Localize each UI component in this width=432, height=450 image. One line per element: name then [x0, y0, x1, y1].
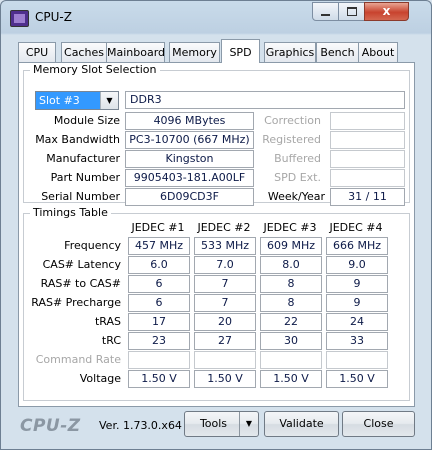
version-label: Ver. 1.73.0.x64: [99, 419, 182, 432]
spd-ext-label: SPD Ext.: [274, 171, 321, 184]
timing-cell: 7: [194, 275, 256, 293]
column-header-jedec3: JEDEC #3: [263, 221, 317, 234]
memory-slot-legend: Memory Slot Selection: [30, 63, 160, 76]
row-label-tras: tRAS: [94, 315, 121, 328]
timing-cell: 9: [326, 275, 388, 293]
timing-cell: 1.50 V: [326, 370, 388, 388]
registered-label: Registered: [262, 133, 321, 146]
timing-cell: 533 MHz: [194, 237, 256, 255]
timing-cell: 8.0: [260, 256, 322, 274]
correction-value: [330, 112, 405, 130]
timing-cell: 24: [326, 313, 388, 331]
timing-cell: 9: [326, 294, 388, 312]
row-label-voltage: Voltage: [79, 372, 121, 385]
window-title: CPU-Z: [35, 10, 72, 24]
tab-cpu[interactable]: CPU: [18, 42, 56, 62]
week-year-value: 31 / 11: [330, 188, 405, 206]
timing-cell: 1.50 V: [194, 370, 256, 388]
timing-cell: 20: [194, 313, 256, 331]
module-size-value: 4096 MBytes: [125, 112, 254, 130]
timing-cell: 6: [128, 275, 190, 293]
chevron-down-icon[interactable]: ▼: [239, 412, 258, 436]
timing-cell: [260, 351, 322, 369]
timing-cell: [194, 351, 256, 369]
row-label-trc: tRC: [101, 334, 121, 347]
serial-number-label: Serial Number: [41, 190, 120, 203]
timing-cell: 27: [194, 332, 256, 350]
timing-cell: 8: [260, 294, 322, 312]
tools-button[interactable]: Tools ▼: [184, 411, 259, 437]
row-label-ras-to-cas: RAS# to CAS#: [40, 277, 121, 290]
manufacturer-value: Kingston: [125, 150, 254, 168]
timing-cell: 6.0: [128, 256, 190, 274]
buffered-value: [330, 150, 405, 168]
cpuz-app-icon: [10, 10, 29, 27]
column-header-jedec4: JEDEC #4: [329, 221, 383, 234]
row-label-frequency: Frequency: [64, 239, 121, 252]
timing-cell: 666 MHz: [326, 237, 388, 255]
timing-cell: 33: [326, 332, 388, 350]
tab-spd[interactable]: SPD: [221, 39, 260, 63]
close-window-button[interactable]: x: [364, 2, 409, 21]
tab-memory[interactable]: Memory: [169, 42, 220, 62]
cpuz-logo: CPU-Z: [20, 416, 81, 436]
row-label-command-rate: Command Rate: [35, 353, 121, 366]
part-number-label: Part Number: [50, 171, 120, 184]
title-bar[interactable]: CPU-Z x: [1, 1, 431, 33]
timing-cell: 17: [128, 313, 190, 331]
timing-cell: 23: [128, 332, 190, 350]
spd-panel: Memory Slot Selection Slot #3 ▼ DDR3 Mod…: [18, 62, 415, 407]
memory-type-field: DDR3: [125, 91, 405, 109]
timing-cell: 6: [128, 294, 190, 312]
timing-cell: 9.0: [326, 256, 388, 274]
slot-select-value: Slot #3: [36, 92, 101, 109]
column-header-jedec1: JEDEC #1: [131, 221, 185, 234]
timing-cell: 30: [260, 332, 322, 350]
maximize-button[interactable]: [338, 2, 365, 21]
timing-cell: 457 MHz: [128, 237, 190, 255]
serial-number-value: 6D09CD3F: [125, 188, 254, 206]
validate-button[interactable]: Validate: [264, 411, 339, 437]
timing-cell: 8: [260, 275, 322, 293]
timing-cell: [326, 351, 388, 369]
timing-cell: 1.50 V: [260, 370, 322, 388]
timings-legend: Timings Table: [30, 206, 111, 219]
registered-value: [330, 131, 405, 149]
slot-select[interactable]: Slot #3 ▼: [35, 91, 119, 110]
cpuz-window: CPU-Z x CPU Caches Mainboard Memory SPD …: [0, 0, 432, 450]
timing-cell: 7.0: [194, 256, 256, 274]
close-button[interactable]: Close: [342, 411, 415, 437]
spd-ext-value: [330, 169, 405, 187]
memory-slot-group: Memory Slot Selection Slot #3 ▼ DDR3 Mod…: [23, 63, 410, 206]
timing-cell: [128, 351, 190, 369]
column-header-jedec2: JEDEC #2: [197, 221, 251, 234]
part-number-value: 9905403-181.A00LF: [125, 169, 254, 187]
timings-table-group: Timings Table JEDEC #1 JEDEC #2 JEDEC #3…: [23, 206, 410, 401]
tools-label: Tools: [199, 417, 228, 430]
timing-cell: 1.50 V: [128, 370, 190, 388]
row-label-cas-latency: CAS# Latency: [42, 258, 121, 271]
timing-cell: 7: [194, 294, 256, 312]
minimize-button[interactable]: [312, 2, 339, 21]
timing-cell: 609 MHz: [260, 237, 322, 255]
correction-label: Correction: [264, 114, 321, 127]
max-bandwidth-value: PC3-10700 (667 MHz): [125, 131, 254, 149]
week-year-label: Week/Year: [267, 190, 325, 203]
row-label-ras-precharge: RAS# Precharge: [31, 296, 121, 309]
buffered-label: Buffered: [274, 152, 321, 165]
tab-caches[interactable]: Caches: [61, 42, 107, 62]
tab-mainboard[interactable]: Mainboard: [106, 42, 165, 62]
chevron-down-icon[interactable]: ▼: [100, 92, 118, 109]
max-bandwidth-label: Max Bandwidth: [35, 133, 120, 146]
tab-graphics[interactable]: Graphics: [264, 42, 316, 62]
tab-about[interactable]: About: [358, 42, 398, 62]
module-size-label: Module Size: [53, 114, 120, 127]
manufacturer-label: Manufacturer: [46, 152, 120, 165]
timing-cell: 22: [260, 313, 322, 331]
tab-bench[interactable]: Bench: [316, 42, 359, 62]
